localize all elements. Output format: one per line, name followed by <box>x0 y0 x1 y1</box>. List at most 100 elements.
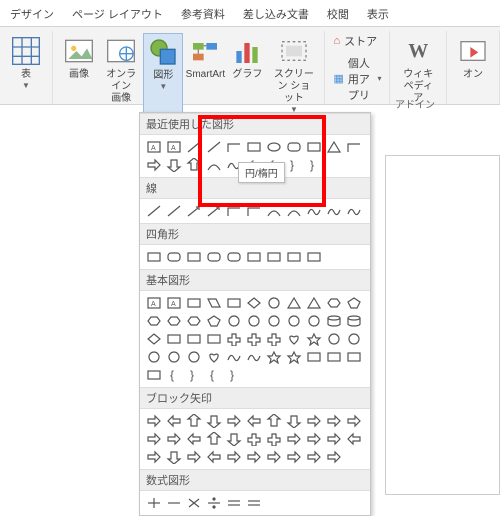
shape-star[interactable] <box>264 348 284 366</box>
shape-larrow[interactable] <box>164 412 184 430</box>
shape-times[interactable] <box>184 494 204 512</box>
shape-rarrow[interactable] <box>224 448 244 466</box>
shape-free[interactable] <box>224 348 244 366</box>
shape-text[interactable]: A <box>164 294 184 312</box>
shape-larrow[interactable] <box>244 412 264 430</box>
shape-diamond[interactable] <box>244 294 264 312</box>
shape-free[interactable] <box>344 202 364 220</box>
shape-line[interactable] <box>184 138 204 156</box>
shape-hex[interactable] <box>184 312 204 330</box>
shape-rarrow[interactable] <box>304 430 324 448</box>
shape-rarrow[interactable] <box>284 430 304 448</box>
shape-rrect[interactable] <box>164 248 184 266</box>
shape-rarrow[interactable] <box>264 448 284 466</box>
shape-heart[interactable] <box>284 330 304 348</box>
shape-text[interactable]: A <box>164 138 184 156</box>
shape-darrow[interactable] <box>204 412 224 430</box>
smartart-button[interactable]: SmartArt <box>185 33 225 116</box>
shape-rect[interactable] <box>304 248 324 266</box>
shape-elbow[interactable] <box>244 202 264 220</box>
shape-cross[interactable] <box>264 430 284 448</box>
shape-circ[interactable] <box>324 330 344 348</box>
shape-uarrow[interactable] <box>264 412 284 430</box>
shape-rect[interactable] <box>144 366 164 384</box>
shape-pent[interactable] <box>204 312 224 330</box>
shape-pent[interactable] <box>344 294 364 312</box>
shape-rarrow[interactable] <box>324 412 344 430</box>
shape-oval[interactable] <box>264 138 284 156</box>
shape-circ[interactable] <box>244 312 264 330</box>
shape-tri[interactable] <box>304 294 324 312</box>
shape-curve[interactable] <box>264 202 284 220</box>
shape-rect[interactable] <box>344 348 364 366</box>
shape-darrow[interactable] <box>284 412 304 430</box>
shape-rarrow[interactable] <box>184 448 204 466</box>
online-button[interactable]: オン <box>453 33 493 83</box>
shape-circ[interactable] <box>164 348 184 366</box>
shape-line[interactable] <box>144 202 164 220</box>
shape-rect[interactable] <box>284 248 304 266</box>
shape-plus[interactable] <box>144 494 164 512</box>
shape-rarrow[interactable] <box>324 448 344 466</box>
shape-rarrow[interactable] <box>224 412 244 430</box>
shape-brace[interactable]: { <box>204 366 224 384</box>
shape-heart[interactable] <box>204 348 224 366</box>
shape-diamond[interactable] <box>144 330 164 348</box>
tab-page-layout[interactable]: ページ レイアウト <box>72 6 163 22</box>
shape-cross[interactable] <box>244 430 264 448</box>
shape-darrow[interactable] <box>164 448 184 466</box>
shape-rarrow[interactable] <box>144 430 164 448</box>
online-image-button[interactable]: オンライン 画像 <box>101 33 141 116</box>
shape-rect[interactable] <box>164 330 184 348</box>
shape-rect[interactable] <box>184 294 204 312</box>
shape-circ[interactable] <box>224 312 244 330</box>
tab-review[interactable]: 校閲 <box>327 6 349 22</box>
shape-rarrow[interactable] <box>144 448 164 466</box>
shape-eq[interactable] <box>224 494 244 512</box>
shape-free[interactable] <box>244 348 264 366</box>
shape-text[interactable]: A <box>144 138 164 156</box>
shape-rarrow[interactable] <box>324 430 344 448</box>
shape-darrow[interactable] <box>164 156 184 174</box>
shape-rrect[interactable] <box>224 248 244 266</box>
shape-rarrow[interactable] <box>304 412 324 430</box>
screenshot-button[interactable]: スクリーン ショット ▼ <box>269 33 318 116</box>
tab-view[interactable]: 表示 <box>367 6 389 22</box>
shape-elbow[interactable] <box>224 138 244 156</box>
shape-minus[interactable] <box>164 494 184 512</box>
shape-cross[interactable] <box>264 330 284 348</box>
shape-cyl[interactable] <box>324 312 344 330</box>
tab-mailings[interactable]: 差し込み文書 <box>243 6 309 22</box>
shape-arrow[interactable] <box>204 202 224 220</box>
shape-cross[interactable] <box>224 330 244 348</box>
shape-brace[interactable]: { <box>164 366 184 384</box>
shape-brace2[interactable]: } <box>284 156 304 174</box>
shape-cross[interactable] <box>244 330 264 348</box>
shape-rect[interactable] <box>204 330 224 348</box>
shape-rect[interactable] <box>184 330 204 348</box>
shape-elbow[interactable] <box>344 138 364 156</box>
shape-circ[interactable] <box>184 348 204 366</box>
shape-brace2[interactable]: } <box>304 156 324 174</box>
shape-free[interactable] <box>304 202 324 220</box>
shape-circ[interactable] <box>144 348 164 366</box>
shape-curve[interactable] <box>204 156 224 174</box>
shape-larrow[interactable] <box>344 430 364 448</box>
shape-uarrow[interactable] <box>184 412 204 430</box>
shape-rrect[interactable] <box>284 138 304 156</box>
tab-design[interactable]: デザイン <box>10 6 54 22</box>
myapps-button[interactable]: ▦ 個人用アプリ ▾ <box>333 55 381 103</box>
shape-rrect[interactable] <box>204 248 224 266</box>
shape-star[interactable] <box>284 348 304 366</box>
shape-rect[interactable] <box>244 248 264 266</box>
shape-tri[interactable] <box>284 294 304 312</box>
shape-brace2[interactable]: } <box>184 366 204 384</box>
shape-rarrow[interactable] <box>344 412 364 430</box>
shape-hex[interactable] <box>324 294 344 312</box>
shape-rect[interactable] <box>304 138 324 156</box>
shape-uarrow[interactable] <box>184 156 204 174</box>
shape-circ[interactable] <box>264 294 284 312</box>
shape-larrow[interactable] <box>204 448 224 466</box>
shape-rect[interactable] <box>144 248 164 266</box>
shape-circ[interactable] <box>344 330 364 348</box>
